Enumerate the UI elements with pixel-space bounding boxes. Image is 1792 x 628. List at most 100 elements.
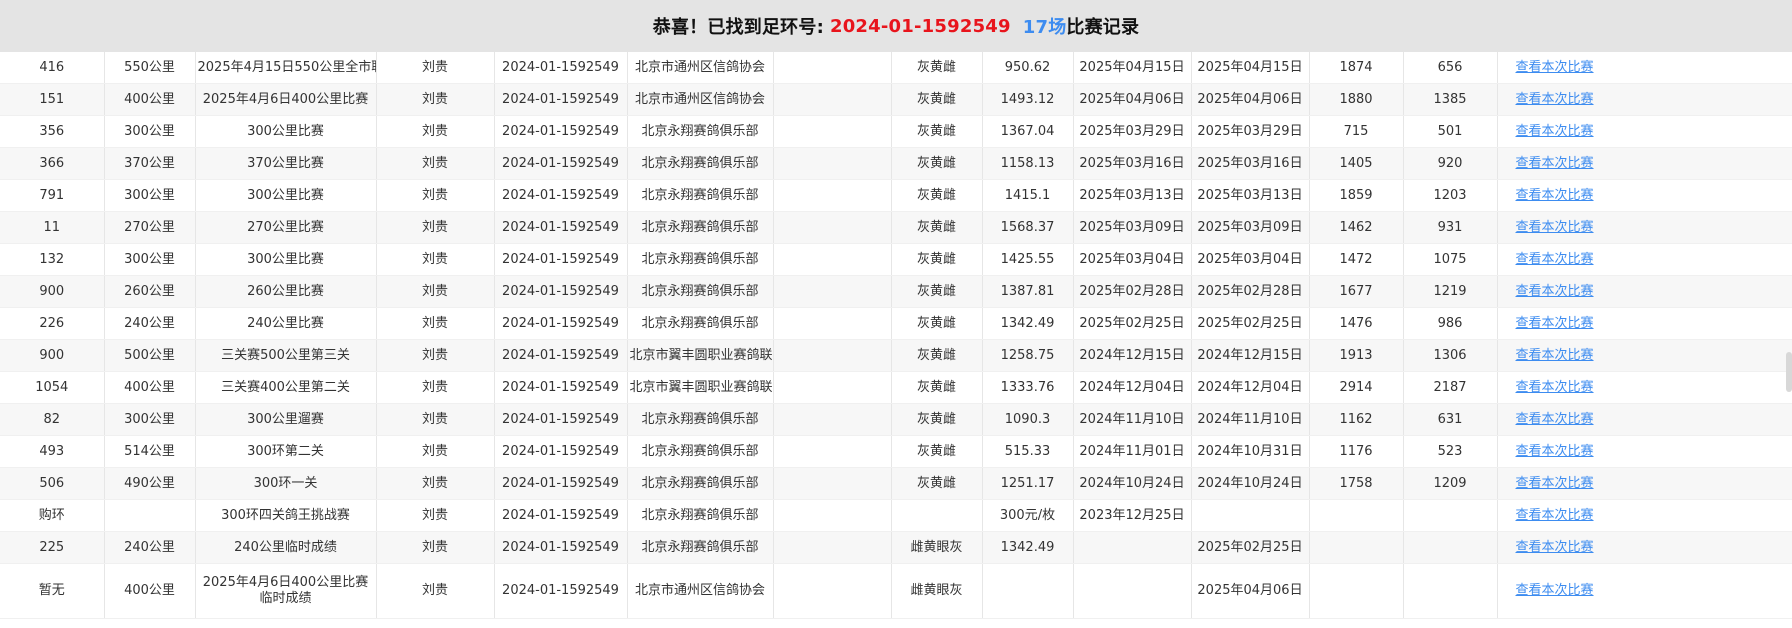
total-birds-cell: 1176: [1309, 435, 1404, 468]
feather-color-cell: 灰黄雌: [891, 83, 983, 116]
returned-birds-cell: [1403, 563, 1498, 619]
total-birds-cell: 2914: [1309, 371, 1404, 404]
race-name-cell: 300环第二关: [195, 435, 377, 468]
view-race-link[interactable]: 查看本次比赛: [1516, 124, 1594, 139]
release-date-cell: 2025年04月06日: [1073, 83, 1192, 116]
ring-number-cell: 2024-01-1592549: [494, 563, 628, 619]
view-race-link[interactable]: 查看本次比赛: [1516, 412, 1594, 427]
distance-cell: 300公里: [104, 403, 196, 436]
club-cell: 北京市通州区信鸽协会: [627, 563, 774, 619]
total-birds-cell: [1309, 563, 1404, 619]
rank-cell: 1054: [0, 371, 105, 404]
release-date-cell: 2025年02月25日: [1073, 307, 1192, 340]
view-race-link[interactable]: 查看本次比赛: [1516, 316, 1594, 331]
results-table-container[interactable]: 416550公里2025年4月15日550公里全市联翔刘贵2024-01-159…: [0, 52, 1792, 628]
race-name-cell: 300公里比赛: [195, 115, 377, 148]
speed-cell: 515.33: [982, 435, 1074, 468]
link-cell: 查看本次比赛: [1497, 403, 1792, 436]
club-cell: 北京市翼丰圆职业赛鸽联盟: [627, 371, 774, 404]
view-race-link[interactable]: 查看本次比赛: [1516, 92, 1594, 107]
table-row: 356 300公里 300公里比赛 刘贵 2024-01-1592549 北京永翔赛鸽俱乐…: [0, 115, 1792, 148]
race-name-cell: 240公里比赛: [195, 307, 377, 340]
rank-cell: 791: [0, 179, 105, 212]
returned-birds-cell: [1403, 531, 1498, 564]
link-cell: 查看本次比赛: [1497, 499, 1792, 532]
view-race-link[interactable]: 查看本次比赛: [1516, 348, 1594, 363]
ring-number-cell: 2024-01-1592549: [494, 531, 628, 564]
distance-cell: 300公里: [104, 115, 196, 148]
link-cell: 查看本次比赛: [1497, 83, 1792, 116]
blank-cell: [773, 83, 892, 116]
owner-cell: 刘贵: [376, 499, 495, 532]
race-name-cell: 300公里比赛: [195, 179, 377, 212]
returned-birds-cell: 2187: [1403, 371, 1498, 404]
returned-birds-cell: 1203: [1403, 179, 1498, 212]
view-race-link[interactable]: 查看本次比赛: [1516, 220, 1594, 235]
feather-color-cell: [891, 499, 983, 532]
view-race-link[interactable]: 查看本次比赛: [1516, 444, 1594, 459]
owner-cell: 刘贵: [376, 243, 495, 276]
release-date-cell: 2024年10月24日: [1073, 467, 1192, 500]
distance-cell: 514公里: [104, 435, 196, 468]
view-race-link[interactable]: 查看本次比赛: [1516, 508, 1594, 523]
blank-cell: [773, 52, 892, 84]
rank-cell: 226: [0, 307, 105, 340]
view-race-link[interactable]: 查看本次比赛: [1516, 60, 1594, 75]
table-row: 82 300公里 300公里遛赛 刘贵 2024-01-1592549 北京永翔赛鸽俱乐部…: [0, 403, 1792, 436]
blank-cell: [773, 275, 892, 308]
speed-cell: 1342.49: [982, 531, 1074, 564]
ring-number-cell: 2024-01-1592549: [494, 499, 628, 532]
owner-cell: 刘贵: [376, 179, 495, 212]
blank-cell: [773, 371, 892, 404]
race-date-cell: 2025年04月15日: [1191, 52, 1310, 84]
race-date-cell: 2025年04月06日: [1191, 83, 1310, 116]
returned-birds-cell: 1219: [1403, 275, 1498, 308]
ring-number-cell: 2024-01-1592549: [494, 467, 628, 500]
feather-color-cell: 灰黄雌: [891, 179, 983, 212]
race-name-cell: 300环四关鸽王挑战赛: [195, 499, 377, 532]
ring-number-cell: 2024-01-1592549: [494, 371, 628, 404]
race-date-cell: 2024年10月24日: [1191, 467, 1310, 500]
rank-cell: 416: [0, 52, 105, 84]
total-birds-cell: 1162: [1309, 403, 1404, 436]
ring-number-cell: 2024-01-1592549: [494, 52, 628, 84]
speed-cell: 1158.13: [982, 147, 1074, 180]
race-date-cell: 2025年02月25日: [1191, 307, 1310, 340]
scrollbar-thumb[interactable]: [1786, 352, 1792, 392]
release-date-cell: 2024年11月01日: [1073, 435, 1192, 468]
link-cell: 查看本次比赛: [1497, 371, 1792, 404]
race-date-cell: 2024年10月31日: [1191, 435, 1310, 468]
view-race-link[interactable]: 查看本次比赛: [1516, 284, 1594, 299]
blank-cell: [773, 147, 892, 180]
distance-cell: 490公里: [104, 467, 196, 500]
club-cell: 北京永翔赛鸽俱乐部: [627, 179, 774, 212]
rank-cell: 900: [0, 339, 105, 372]
feather-color-cell: 灰黄雌: [891, 371, 983, 404]
view-race-link[interactable]: 查看本次比赛: [1516, 583, 1594, 598]
owner-cell: 刘贵: [376, 147, 495, 180]
view-race-link[interactable]: 查看本次比赛: [1516, 476, 1594, 491]
release-date-cell: 2025年03月04日: [1073, 243, 1192, 276]
ring-number-cell: 2024-01-1592549: [494, 179, 628, 212]
view-race-link[interactable]: 查看本次比赛: [1516, 380, 1594, 395]
view-race-link[interactable]: 查看本次比赛: [1516, 252, 1594, 267]
ring-number-cell: 2024-01-1592549: [494, 435, 628, 468]
view-race-link[interactable]: 查看本次比赛: [1516, 540, 1594, 555]
total-birds-cell: [1309, 499, 1404, 532]
speed-cell: [982, 563, 1074, 619]
ring-number-cell: 2024-01-1592549: [494, 83, 628, 116]
table-row: 151 400公里 2025年4月6日400公里比赛 刘贵 2024-01-159254…: [0, 83, 1792, 116]
owner-cell: 刘贵: [376, 211, 495, 244]
header-prefix: 恭喜！已找到足环号:: [652, 17, 824, 38]
view-race-link[interactable]: 查看本次比赛: [1516, 188, 1594, 203]
view-race-link[interactable]: 查看本次比赛: [1516, 156, 1594, 171]
feather-color-cell: 灰黄雌: [891, 307, 983, 340]
owner-cell: 刘贵: [376, 531, 495, 564]
link-cell: 查看本次比赛: [1497, 179, 1792, 212]
speed-cell: 1367.04: [982, 115, 1074, 148]
table-row: 506 490公里 300环一关 刘贵 2024-01-1592549 北京永翔赛鸽俱乐部…: [0, 467, 1792, 500]
race-name-cell: 300公里遛赛: [195, 403, 377, 436]
speed-cell: 300元/枚: [982, 499, 1074, 532]
feather-color-cell: 灰黄雌: [891, 115, 983, 148]
feather-color-cell: 雌黄眼灰: [891, 563, 983, 619]
